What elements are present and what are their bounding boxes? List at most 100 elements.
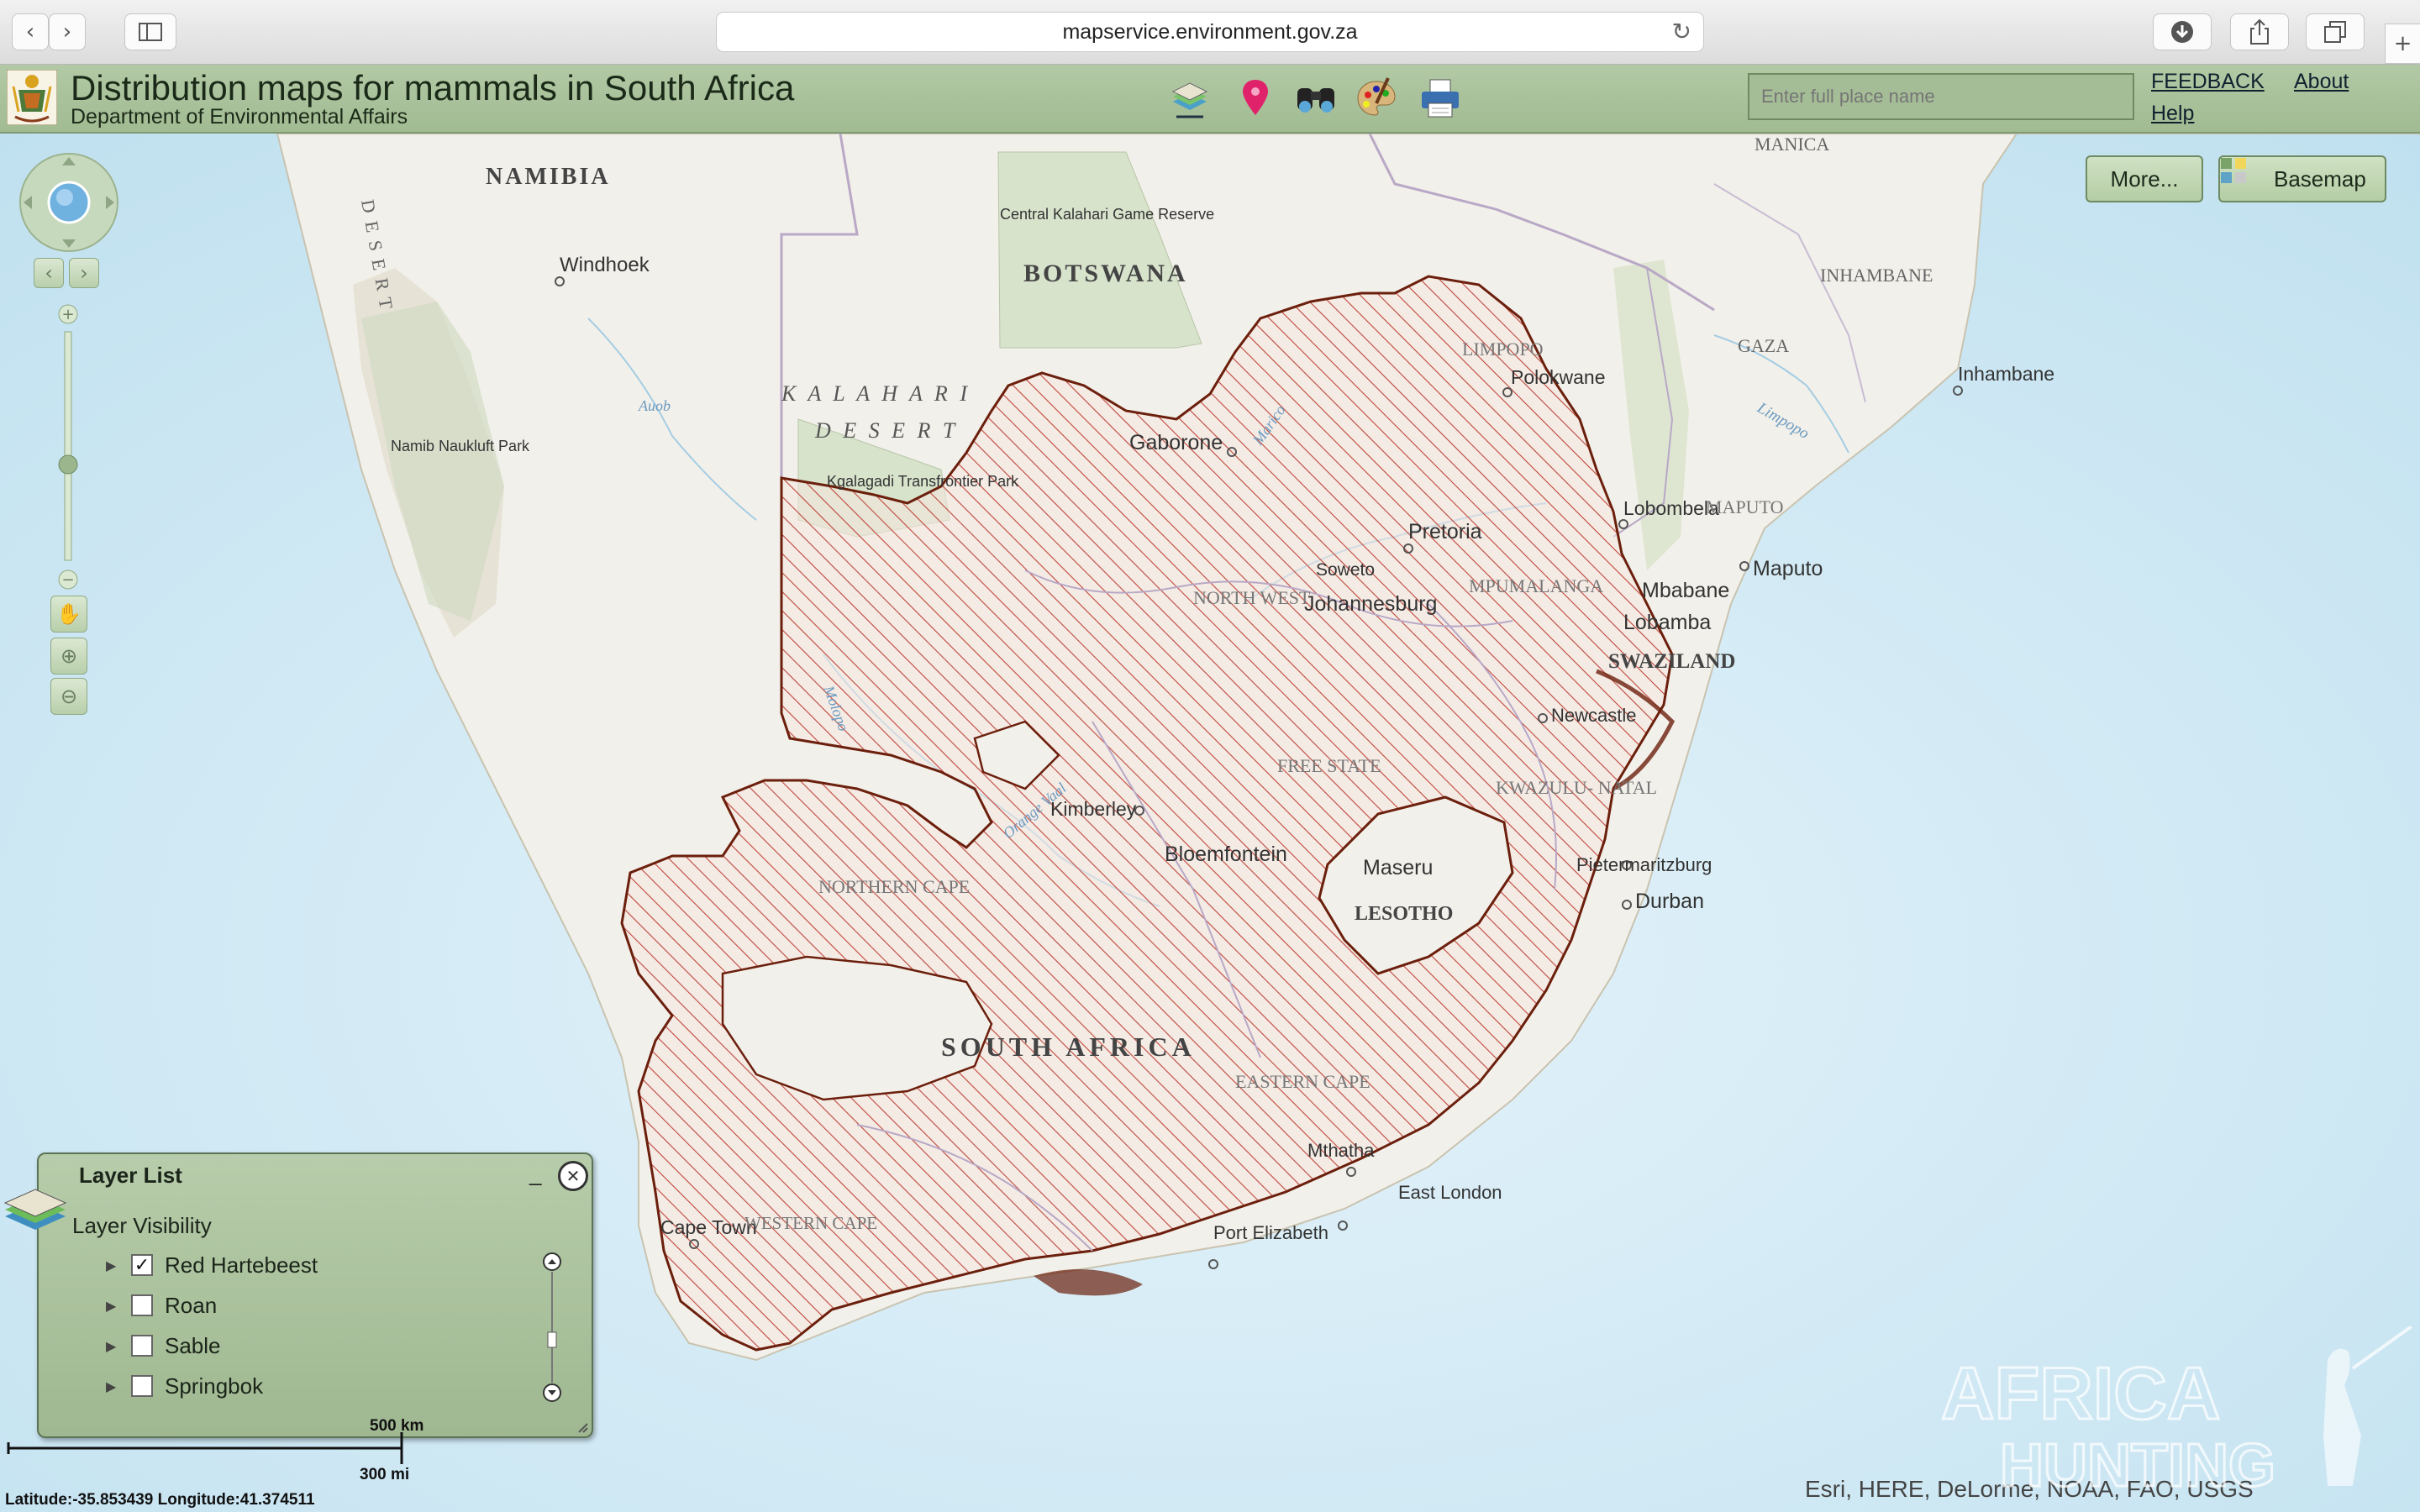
forward-icon[interactable]: ›: [49, 13, 86, 50]
layer-checkbox[interactable]: [131, 1335, 153, 1357]
expand-triangle-icon[interactable]: ▶: [106, 1378, 131, 1394]
next-extent-icon[interactable]: ›: [69, 258, 99, 288]
location-pin-icon[interactable]: [1234, 76, 1277, 120]
basemap-grid-icon: [2221, 158, 2260, 192]
more-button[interactable]: More...: [2086, 155, 2203, 202]
label-pretoria: Pretoria: [1408, 520, 1482, 543]
label-durban: Durban: [1635, 890, 1704, 913]
label-lobombela: Lobombela: [1623, 497, 1719, 519]
basemap-button[interactable]: Basemap: [2218, 155, 2386, 202]
label-gaborone: Gaborone: [1129, 431, 1223, 454]
app-title: Distribution maps for mammals in South A…: [71, 68, 795, 108]
previous-extent-icon[interactable]: ‹: [34, 258, 64, 288]
label-north-west: NORTH WEST: [1193, 587, 1311, 608]
svg-text:+: +: [61, 306, 74, 323]
svg-text:−: −: [61, 571, 74, 589]
label-johannesburg: Johannesburg: [1304, 592, 1437, 616]
label-free-state: FREE STATE: [1277, 755, 1381, 776]
layer-checkbox[interactable]: ✓: [131, 1254, 153, 1276]
layer-name: Roan: [165, 1292, 218, 1318]
printer-icon[interactable]: [1418, 76, 1462, 120]
layer-visibility-label: Layer Visibility: [72, 1213, 212, 1238]
reload-icon[interactable]: ↻: [1672, 18, 1691, 45]
label-auob: Auob: [638, 397, 671, 414]
pan-compass[interactable]: [18, 152, 119, 253]
app-subtitle: Department of Environmental Affairs: [71, 105, 408, 129]
label-mthatha: Mthatha: [1307, 1140, 1375, 1161]
label-south-africa: SOUTH AFRICA: [941, 1032, 1196, 1062]
label-kalahari: K A L A H A R I: [781, 381, 971, 406]
layer-name: Red Hartebeest: [165, 1252, 318, 1278]
place-search-input[interactable]: [1748, 73, 2134, 120]
map-view[interactable]: NAMIBIA Windhoek DESERT Namib Naukluft P…: [0, 134, 2420, 1512]
scale-mi: 300 mi: [360, 1466, 410, 1483]
layer-name: Sable: [165, 1332, 221, 1358]
label-mpumalanga: MPUMALANGA: [1469, 575, 1603, 596]
sidebar-icon[interactable]: [124, 13, 176, 50]
coat-of-arms-logo: [6, 69, 58, 126]
layer-stack-icon: [2, 1184, 69, 1235]
pan-hand-icon[interactable]: ✋: [50, 596, 87, 633]
label-northern-cape: NORTHERN CAPE: [818, 876, 970, 897]
feedback-link[interactable]: FEEDBACK: [2151, 70, 2265, 94]
about-link[interactable]: About: [2294, 70, 2349, 94]
label-manica: MANICA: [1754, 134, 1829, 155]
layer-scrollbar[interactable]: [541, 1252, 563, 1403]
label-namibia: NAMIBIA: [486, 164, 611, 190]
layers-icon[interactable]: [1168, 76, 1212, 120]
close-icon[interactable]: ✕: [558, 1161, 588, 1191]
label-maputo: Maputo: [1753, 557, 1823, 580]
africa-hunting-watermark: AFRICA HUNTING: [1933, 1326, 2420, 1511]
back-icon[interactable]: ‹: [12, 13, 49, 50]
binoculars-icon[interactable]: [1292, 76, 1336, 120]
label-port-elizabeth: Port Elizabeth: [1213, 1222, 1328, 1243]
label-botswana: BOTSWANA: [1023, 260, 1188, 287]
download-icon[interactable]: [2153, 13, 2212, 50]
label-windhoek: Windhoek: [560, 254, 650, 276]
app-header: Distribution maps for mammals in South A…: [0, 65, 2420, 134]
url-text: mapservice.environment.gov.za: [1062, 19, 1358, 44]
svg-text:HUNTING: HUNTING: [2000, 1432, 2275, 1499]
label-maseru: Maseru: [1363, 856, 1433, 879]
zoom-in-tool-icon[interactable]: ⊕: [50, 638, 87, 675]
label-inhambane: Inhambane: [1958, 363, 2054, 385]
label-soweto: Soweto: [1316, 560, 1375, 580]
label-eastern-cape: EASTERN CAPE: [1235, 1071, 1370, 1092]
help-link[interactable]: Help: [2151, 102, 2194, 126]
label-western-cape: WESTERN CAPE: [744, 1213, 877, 1233]
minimize-button[interactable]: _: [529, 1161, 541, 1187]
layer-list-title: Layer List: [79, 1163, 182, 1188]
label-swaziland: SWAZILAND: [1608, 650, 1735, 673]
layer-row-springbok[interactable]: ▶ Springbok: [106, 1369, 263, 1403]
label-inhambane-prov: INHAMBANE: [1820, 265, 1933, 286]
layer-row-red-hartebeest[interactable]: ▶ ✓ Red Hartebeest: [106, 1248, 318, 1282]
share-icon[interactable]: [2230, 13, 2289, 50]
expand-triangle-icon[interactable]: ▶: [106, 1298, 131, 1314]
address-bar[interactable]: mapservice.environment.gov.za ↻: [716, 12, 1704, 52]
tabs-icon[interactable]: [2306, 13, 2365, 50]
label-central-kalahari: Central Kalahari Game Reserve: [1000, 206, 1214, 223]
expand-triangle-icon[interactable]: ▶: [106, 1338, 131, 1354]
browser-toolbar: ‹ › mapservice.environment.gov.za ↻ +: [0, 0, 2420, 65]
resize-grip-icon[interactable]: [575, 1420, 588, 1433]
layer-checkbox[interactable]: [131, 1375, 153, 1397]
label-gaza: GAZA: [1738, 335, 1789, 356]
zoom-out-tool-icon[interactable]: ⊖: [50, 678, 87, 715]
scale-bar: 500 km 300 mi: [7, 1417, 444, 1484]
label-newcastle: Newcastle: [1551, 705, 1636, 726]
label-east-london: East London: [1398, 1182, 1502, 1203]
label-kimberley: Kimberley: [1050, 798, 1137, 820]
label-pietermaritzburg: Pietermaritzburg: [1576, 854, 1712, 875]
basemap-label: Basemap: [2274, 165, 2366, 192]
new-tab-icon[interactable]: +: [2385, 24, 2420, 64]
expand-triangle-icon[interactable]: ▶: [106, 1257, 131, 1273]
layer-checkbox[interactable]: [131, 1294, 153, 1316]
layer-row-sable[interactable]: ▶ Sable: [106, 1329, 221, 1362]
label-bloemfontein: Bloemfontein: [1165, 843, 1287, 866]
label-namib-park: Namib Naukluft Park: [391, 438, 530, 454]
palette-icon[interactable]: [1355, 76, 1398, 120]
label-maputo-prov: MAPUTO: [1706, 496, 1784, 517]
label-mbabane: Mbabane: [1642, 579, 1729, 602]
coordinates-readout: Latitude:-35.853439 Longitude:41.374511: [5, 1491, 315, 1509]
layer-row-roan[interactable]: ▶ Roan: [106, 1289, 217, 1322]
